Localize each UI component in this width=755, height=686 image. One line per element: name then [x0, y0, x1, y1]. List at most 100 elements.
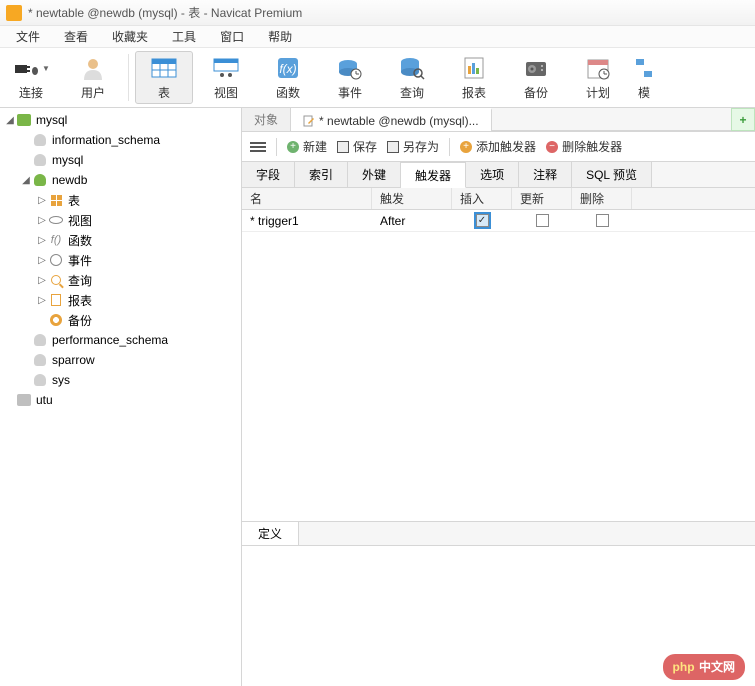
new-button[interactable]: +新建: [287, 138, 327, 155]
db-sparrow[interactable]: sparrow: [0, 350, 241, 370]
tab-add-button[interactable]: +: [731, 108, 755, 131]
delete-trigger-button[interactable]: −删除触发器: [546, 138, 622, 155]
tree-label: sys: [52, 373, 70, 387]
toolbar-report[interactable]: 报表: [443, 48, 505, 107]
col-insert[interactable]: 插入: [452, 188, 512, 209]
checkbox-checked-icon[interactable]: ✓: [476, 214, 489, 227]
expand-icon[interactable]: ▷: [36, 295, 48, 306]
expand-icon[interactable]: ▷: [36, 195, 48, 206]
collapse-icon[interactable]: ◢: [4, 115, 16, 126]
watermark: php 中文网: [663, 654, 745, 680]
tab-objects[interactable]: 对象: [242, 108, 291, 131]
node-backups[interactable]: 备份: [0, 310, 241, 330]
subtab-triggers[interactable]: 触发器: [401, 162, 466, 188]
trigger-grid-body[interactable]: * trigger1 After ✓: [242, 210, 755, 521]
node-functions[interactable]: ▷f()函数: [0, 230, 241, 250]
plus-icon: +: [739, 113, 746, 127]
subtab-indexes[interactable]: 索引: [295, 162, 348, 187]
cell-update[interactable]: [512, 214, 572, 227]
conn-mysql[interactable]: ◢ mysql: [0, 110, 241, 130]
schedule-icon: [584, 54, 612, 82]
cell-name[interactable]: * trigger1: [242, 214, 372, 228]
subtab-sql[interactable]: SQL 预览: [572, 162, 652, 187]
toolbar-backup[interactable]: 备份: [505, 48, 567, 107]
saveas-icon: [387, 141, 399, 153]
pencil-icon: [303, 115, 315, 127]
database-icon: [34, 334, 46, 346]
query-icon: [398, 54, 426, 82]
menu-toggle-button[interactable]: [250, 142, 266, 152]
tree-label: mysql: [52, 153, 83, 167]
db-newdb[interactable]: ◢newdb: [0, 170, 241, 190]
view-icon: [212, 54, 240, 82]
menu-file[interactable]: 文件: [4, 26, 52, 47]
toolbar-query[interactable]: 查询: [381, 48, 443, 107]
db-performance-schema[interactable]: performance_schema: [0, 330, 241, 350]
col-update[interactable]: 更新: [512, 188, 572, 209]
database-open-icon: [34, 174, 46, 186]
toolbar-connect[interactable]: ▼ 连接: [0, 48, 62, 107]
menu-help[interactable]: 帮助: [256, 26, 304, 47]
toolbar-table[interactable]: 表: [135, 51, 193, 104]
col-fire[interactable]: 触发: [372, 188, 452, 209]
toolbar-event-label: 事件: [338, 84, 362, 101]
menu-view[interactable]: 查看: [52, 26, 100, 47]
menu-favorites[interactable]: 收藏夹: [100, 26, 160, 47]
expand-icon[interactable]: ▷: [36, 255, 48, 266]
subtab-comment[interactable]: 注释: [519, 162, 572, 187]
menu-window[interactable]: 窗口: [208, 26, 256, 47]
subtab-options[interactable]: 选项: [466, 162, 519, 187]
tree-label: mysql: [36, 113, 67, 127]
db-sys[interactable]: sys: [0, 370, 241, 390]
db-information-schema[interactable]: information_schema: [0, 130, 241, 150]
cell-delete[interactable]: [572, 214, 632, 227]
checkbox-icon[interactable]: [596, 214, 609, 227]
toolbar-schedule[interactable]: 计划: [567, 48, 629, 107]
cell-insert[interactable]: ✓: [452, 214, 512, 227]
node-views[interactable]: ▷视图: [0, 210, 241, 230]
toolbar-model[interactable]: 模: [629, 48, 659, 107]
save-button[interactable]: 保存: [337, 138, 377, 155]
button-label: 另存为: [403, 138, 439, 155]
toolbar-view[interactable]: 视图: [195, 48, 257, 107]
table-icon: [150, 54, 178, 82]
db-mysql[interactable]: mysql: [0, 150, 241, 170]
expand-icon[interactable]: ▷: [36, 275, 48, 286]
window-title: * newtable @newdb (mysql) - 表 - Navicat …: [28, 4, 302, 21]
saveas-button[interactable]: 另存为: [387, 138, 439, 155]
subtab-fk[interactable]: 外键: [348, 162, 401, 187]
tree-label: 函数: [68, 232, 92, 249]
expand-icon[interactable]: ▷: [36, 235, 48, 246]
cell-fire[interactable]: After: [372, 214, 452, 228]
toolbar-function-label: 函数: [276, 84, 300, 101]
trigger-row[interactable]: * trigger1 After ✓: [242, 210, 755, 232]
database-icon: [34, 354, 46, 366]
expand-icon[interactable]: ▷: [36, 215, 48, 226]
add-trigger-button[interactable]: +添加触发器: [460, 138, 536, 155]
trigger-grid-header: 名 触发 插入 更新 删除: [242, 188, 755, 210]
sidebar: ◢ mysql information_schema mysql ◢newdb ▷…: [0, 108, 242, 686]
checkbox-icon[interactable]: [536, 214, 549, 227]
definition-tab[interactable]: 定义: [242, 522, 299, 545]
tab-editor[interactable]: * newtable @newdb (mysql)...: [291, 108, 492, 131]
collapse-icon[interactable]: ◢: [20, 175, 32, 186]
toolbar-function[interactable]: f(x) 函数: [257, 48, 319, 107]
col-name[interactable]: 名: [242, 188, 372, 209]
menu-tools[interactable]: 工具: [160, 26, 208, 47]
toolbar-report-label: 报表: [462, 84, 486, 101]
chevron-down-icon: ▼: [42, 64, 50, 73]
subtab-fields[interactable]: 字段: [242, 162, 295, 187]
tree-label: 备份: [68, 312, 92, 329]
node-queries[interactable]: ▷查询: [0, 270, 241, 290]
node-reports[interactable]: ▷ 报表: [0, 290, 241, 310]
toolbar-event[interactable]: 事件: [319, 48, 381, 107]
toolbar-user[interactable]: 用户: [62, 48, 124, 107]
node-events[interactable]: ▷事件: [0, 250, 241, 270]
tree-label: 报表: [68, 292, 92, 309]
node-tables[interactable]: ▷表: [0, 190, 241, 210]
col-delete[interactable]: 删除: [572, 188, 632, 209]
toolbar-view-label: 视图: [214, 84, 238, 101]
conn-utu[interactable]: utu: [0, 390, 241, 410]
app-icon: [6, 5, 22, 21]
backup-icon: [522, 54, 550, 82]
